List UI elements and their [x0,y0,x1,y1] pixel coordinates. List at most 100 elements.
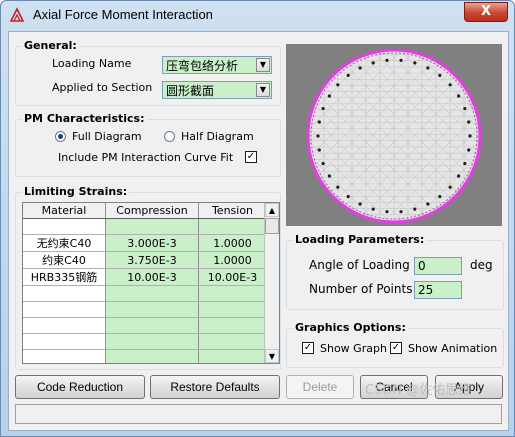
tension-cell[interactable] [198,333,267,350]
half-diagram-radio[interactable] [164,131,175,142]
restore-defaults-button[interactable]: Restore Defaults [150,375,280,399]
material-cell[interactable] [23,349,106,363]
tension-cell[interactable]: 10.00E-3 [198,268,267,286]
column-header-compression[interactable]: Compression [105,203,199,219]
tension-cell[interactable] [198,218,267,235]
loading-name-combo[interactable]: 压弯包络分析 ▼ [162,56,272,74]
pm-legend: PM Characteristics: [22,112,147,125]
mesh-line [308,50,311,222]
compression-cell[interactable] [105,349,199,363]
column-header-material[interactable]: Material [23,203,106,219]
material-cell[interactable] [23,317,106,334]
half-diagram-label[interactable]: Half Diagram [181,130,254,143]
rebar-dot [336,83,340,87]
scroll-up-icon[interactable]: ▲ [265,203,279,217]
tension-cell[interactable] [198,349,267,363]
table-row: 无约束C40 3.000E-3 1.0000 [23,234,267,252]
compression-cell[interactable]: 10.00E-3 [105,268,199,286]
code-reduction-button[interactable]: Code Reduction [15,375,145,399]
grid-scrollbar[interactable]: ▲ ▼ [264,203,279,363]
dialog-body: General: Loading Name 压弯包络分析 ▼ Applied t… [8,31,509,431]
close-button[interactable]: X [464,2,508,22]
rebar-dot [467,120,471,124]
points-input[interactable]: 25 [414,281,462,299]
compression-cell[interactable] [105,333,199,350]
include-curve-fit-checkbox[interactable]: ✓ [245,151,257,163]
table-row [23,317,267,334]
rebar-dot [321,161,325,166]
table-row [23,285,267,302]
material-cell[interactable]: 约束C40 [23,251,106,269]
tension-cell[interactable]: 1.0000 [198,251,267,269]
rebar-dot [371,207,375,211]
scroll-thumb[interactable] [265,218,279,234]
delete-button[interactable]: Delete [286,375,354,399]
show-graph-label[interactable]: Show Graph [320,342,387,355]
rebar-dot [467,148,471,152]
rebar-dot [413,61,417,65]
material-cell[interactable] [23,285,106,302]
rebar-dot [448,83,452,87]
rebar-dot [358,202,362,206]
chevron-down-icon[interactable]: ▼ [256,83,270,97]
mesh-line [308,50,311,222]
material-cell[interactable]: HRB335钢筋 [23,268,106,286]
window-title: Axial Force Moment Interaction [33,7,213,22]
compression-cell[interactable] [105,218,199,235]
applied-section-combo[interactable]: 圆形截面 ▼ [162,81,272,99]
rebar-dot [426,66,430,70]
column-header-tension[interactable]: Tension [198,203,267,219]
limiting-strains-grid[interactable]: Material Compression Tension 无约束C40 3.000… [22,202,280,364]
show-animation-label[interactable]: Show Animation [408,342,497,355]
rebar-dot [336,185,340,189]
material-cell[interactable] [23,301,106,318]
limiting-strains-legend: Limiting Strains: [22,185,130,198]
loading-name-label: Loading Name [52,57,132,70]
compression-cell[interactable]: 3.000E-3 [105,234,199,252]
angle-unit: deg [470,258,493,272]
rebar-dot [346,73,350,77]
compression-cell[interactable] [105,301,199,318]
rebar-dot [321,106,325,111]
rebar-dot [448,185,452,189]
rebar-dot [399,58,403,62]
general-legend: General: [22,39,79,52]
rebar-dot [426,202,430,206]
loading-name-value: 压弯包络分析 [166,59,239,73]
mesh-line [492,44,502,226]
strains-table: Material Compression Tension 无约束C40 3.000… [23,203,267,363]
scroll-down-icon[interactable]: ▼ [265,349,279,363]
rebar-dot [385,58,389,62]
full-diagram-label[interactable]: Full Diagram [72,130,142,143]
graphics-options-legend: Graphics Options: [293,321,408,334]
rebar-dot [463,161,467,166]
table-row: HRB335钢筋 10.00E-3 10.00E-3 [23,268,267,286]
compression-cell[interactable] [105,317,199,334]
loading-parameters-group: Loading Parameters: Angle of Loading 0 d… [286,233,504,310]
compression-cell[interactable] [105,285,199,302]
full-diagram-radio[interactable] [55,131,66,142]
chevron-down-icon[interactable]: ▼ [256,58,270,72]
show-animation-checkbox[interactable]: ✓ [390,342,402,354]
material-cell[interactable] [23,333,106,350]
mesh-line [477,50,480,222]
tension-cell[interactable] [198,301,267,318]
tension-cell[interactable] [198,285,267,302]
graphics-options-group: Graphics Options: ✓ Show Graph ✓ Show An… [286,321,504,368]
angle-input[interactable]: 0 [414,257,462,275]
tension-cell[interactable] [198,317,267,334]
rebar-dot [317,148,321,152]
material-cell[interactable] [23,218,106,235]
rebar-dot [385,210,389,214]
material-cell[interactable]: 无约束C40 [23,234,106,252]
pm-characteristics-group: PM Characteristics: Full Diagram Half Di… [15,112,281,177]
rebar-dot [438,195,442,199]
rebar-dot [371,61,375,65]
watermark: CSDN @佐佑思维 [365,383,472,398]
table-row [23,218,267,235]
applied-section-value: 圆形截面 [166,84,215,98]
show-graph-checkbox[interactable]: ✓ [302,342,314,354]
title-bar[interactable]: Axial Force Moment Interaction X [1,1,514,29]
tension-cell[interactable]: 1.0000 [198,234,267,252]
compression-cell[interactable]: 3.750E-3 [105,251,199,269]
